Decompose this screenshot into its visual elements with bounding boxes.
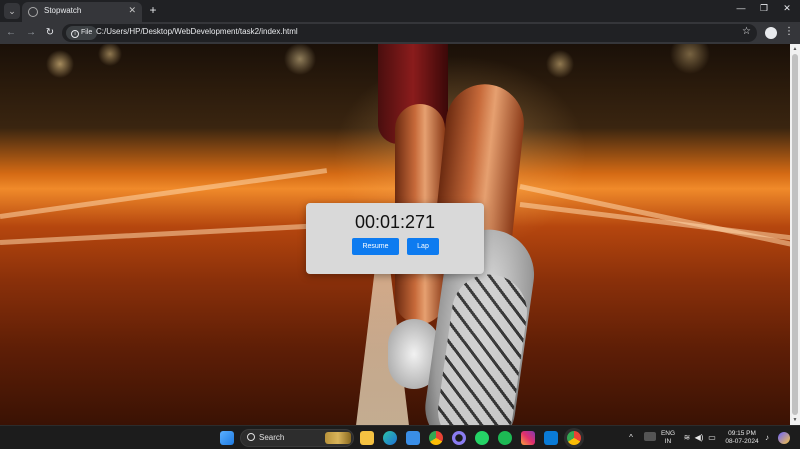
info-icon: i (71, 30, 79, 38)
lap-button[interactable]: Lap (407, 238, 439, 255)
browser-toolbar: ← → ↻ i File C:/Users/HP/Desktop/WebDevel… (0, 22, 800, 44)
profile-avatar[interactable] (765, 27, 777, 39)
vscode-icon[interactable] (544, 431, 558, 445)
file-explorer-icon[interactable] (360, 431, 374, 445)
close-window-button[interactable]: ✕ (780, 3, 794, 14)
tab-strip: ⌄ Stopwatch ✕ + — ❐ ✕ (0, 0, 800, 22)
taskbar: Search ^ ENG IN ≋ ◀) ▭ 09:15 PM 08-07-20… (0, 425, 800, 449)
scroll-up-arrow-icon[interactable]: ▲ (790, 44, 800, 54)
spotify-icon[interactable] (498, 431, 512, 445)
minimize-button[interactable]: — (734, 3, 748, 13)
tab-close-icon[interactable]: ✕ (128, 5, 136, 16)
address-bar[interactable]: i File C:/Users/HP/Desktop/WebDevelopment… (62, 24, 757, 42)
chrome-active-icon[interactable] (567, 431, 581, 445)
tray-app-icon[interactable] (644, 432, 656, 441)
whatsapp-icon[interactable] (475, 431, 489, 445)
page-viewport: 00:01:271 Resume Lap (0, 44, 790, 425)
stopwatch-time: 00:01:271 (354, 212, 436, 232)
page-scrollbar[interactable]: ▲ ▼ (790, 44, 800, 425)
copilot-icon[interactable] (452, 431, 466, 445)
notification-bell-icon[interactable]: ♪ (762, 433, 772, 442)
tab-stopwatch[interactable]: Stopwatch ✕ (22, 2, 142, 22)
site-info-chip[interactable]: i File (66, 26, 98, 40)
edge-icon[interactable] (383, 431, 397, 445)
resume-button[interactable]: Resume (352, 238, 399, 255)
volume-icon[interactable]: ◀) (694, 433, 704, 442)
taskbar-search[interactable]: Search (240, 429, 354, 447)
reload-button[interactable]: ↻ (43, 26, 57, 40)
language-label: ENG (660, 430, 676, 437)
globe-icon (28, 7, 38, 17)
region-label: IN (664, 438, 672, 445)
search-label: Search (259, 433, 285, 442)
back-button[interactable]: ← (4, 26, 18, 40)
clock[interactable]: 09:15 PM 08-07-2024 (722, 430, 762, 446)
microsoft-store-icon[interactable] (406, 431, 420, 445)
forward-button[interactable]: → (24, 26, 38, 40)
clock-time: 09:15 PM (728, 430, 756, 437)
battery-icon[interactable]: ▭ (707, 433, 717, 442)
track-lane-line (519, 184, 790, 250)
tab-search-button[interactable]: ⌄ (4, 3, 20, 19)
clock-date: 08-07-2024 (725, 438, 759, 445)
tab-title: Stopwatch (44, 6, 82, 15)
wifi-icon[interactable]: ≋ (682, 433, 692, 442)
track-lane-line (0, 168, 328, 219)
url-text[interactable]: C:/Users/HP/Desktop/WebDevelopment/task2… (96, 27, 298, 36)
language-indicator[interactable]: ENG IN (660, 430, 676, 446)
browser-menu-icon[interactable]: ⋮ (782, 26, 796, 37)
copilot-tray-icon[interactable] (778, 432, 790, 444)
scroll-thumb[interactable] (792, 54, 798, 415)
bookmark-star-icon[interactable]: ☆ (742, 26, 751, 37)
scroll-down-arrow-icon[interactable]: ▼ (790, 415, 800, 425)
search-highlight-image (325, 432, 351, 444)
stopwatch-card: 00:01:271 Resume Lap (306, 203, 484, 274)
tray-chevron-icon[interactable]: ^ (626, 433, 636, 442)
chip-label: File (81, 29, 93, 36)
instagram-icon[interactable] (521, 431, 535, 445)
new-tab-button[interactable]: + (146, 3, 160, 17)
search-icon (247, 433, 255, 441)
restore-button[interactable]: ❐ (757, 3, 771, 14)
windows-start-icon[interactable] (220, 431, 234, 445)
chrome-icon[interactable] (429, 431, 443, 445)
